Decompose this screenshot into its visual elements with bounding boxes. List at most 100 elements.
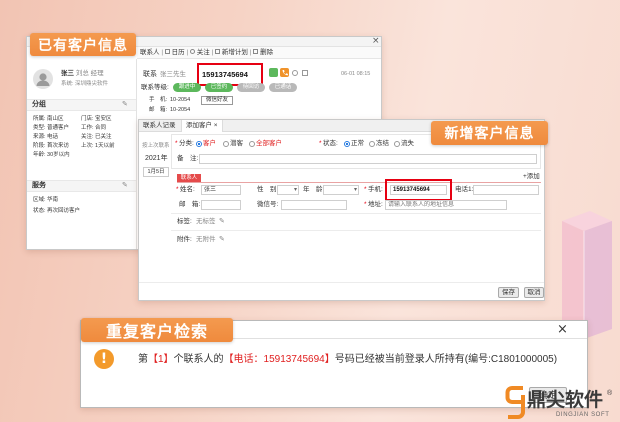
brand-registered-mark: ® <box>607 390 613 397</box>
service-section-title: 服务 <box>32 182 46 189</box>
timeline-date[interactable]: 1月5日 <box>143 167 169 177</box>
profile-company: 系统: 深圳鼎尖软件 <box>61 81 109 87</box>
message-index: 【1】 <box>148 354 174 365</box>
mail-icon[interactable] <box>302 70 308 76</box>
gender-select[interactable]: ▾ <box>277 185 299 195</box>
edit-icon[interactable]: ✎ <box>122 100 128 108</box>
new-customer-window: 联系人记录 添加客户 × 按上次联系 2021年 1月5日 * 分类: 客户 潜… <box>138 119 545 301</box>
wechat-input[interactable] <box>281 200 347 210</box>
callout-new: 新增客户信息 <box>431 121 548 145</box>
record-toolbar: 联系人 | 日历 | 关注 | 新增计划 | 删除 <box>137 47 381 59</box>
level-tag[interactable]: 待回访 <box>237 83 265 92</box>
panel-divider <box>136 59 137 249</box>
attachments-label: 附件: <box>177 236 192 243</box>
timeline-filter[interactable]: 按上次联系 <box>142 143 170 150</box>
required-mark: * <box>364 201 367 208</box>
level-tag[interactable]: 跟进中 <box>173 83 201 92</box>
service-row: 区域: 华南 <box>33 197 59 203</box>
add-contact-button[interactable]: +添加 <box>523 173 540 181</box>
toolbar-divider: | <box>249 49 252 56</box>
callout-duplicate: 重复客户检索 <box>81 318 233 342</box>
toolbar-item-delete[interactable]: 删除 <box>260 49 273 56</box>
address-input[interactable]: 请输入联系人的地址信息 <box>385 200 507 210</box>
save-button[interactable]: 保存 <box>498 287 519 298</box>
mobile-value: 10-2054 <box>170 97 191 103</box>
name-input[interactable]: 张三 <box>201 185 241 195</box>
toolbar-divider: | <box>211 49 214 56</box>
edit-icon[interactable]: ✎ <box>219 217 225 225</box>
email-label: 邮 箱: <box>149 107 168 113</box>
tab-add-customer[interactable]: 添加客户 × <box>181 120 223 132</box>
category-radio[interactable] <box>249 141 255 147</box>
category-option: 客户 <box>203 140 216 147</box>
status-option: 流失 <box>401 140 414 147</box>
promo-canvas: × 联系人 | 日历 | 关注 | 新增计划 | 删除 张三 刘总 经理 系统:… <box>0 0 620 422</box>
group-row-left: 来源: 电话 <box>33 134 59 140</box>
brand-subtitle: DINGJIAN SOFT <box>556 412 610 418</box>
category-label: 分类: <box>179 140 194 147</box>
required-mark: * <box>176 186 179 193</box>
tags-value: 无标签 <box>196 218 216 225</box>
plan-icon <box>215 49 221 54</box>
group-row-left: 类型: 普通客户 <box>33 125 70 131</box>
level-tag[interactable]: 已通话 <box>269 83 297 92</box>
address-label: 地址: <box>368 201 383 208</box>
dingjian-logo-icon <box>505 386 525 419</box>
contact-phone: 15913745694 <box>202 70 248 79</box>
group-row-left: 所属: 南山区 <box>33 116 64 122</box>
tab-contact-records[interactable]: 联系人记录 <box>143 122 176 130</box>
age-label: 年 龄: <box>303 186 325 193</box>
tab-underline <box>177 182 541 183</box>
edit-icon[interactable]: ✎ <box>219 235 225 243</box>
profile-role: 经理 <box>90 70 104 77</box>
phone-label: 电话1: <box>455 186 474 193</box>
group-section-title: 分组 <box>32 101 46 108</box>
profile-name-line: 张三 刘总 经理 <box>61 70 104 78</box>
contact-label: 联系 <box>143 71 157 78</box>
message-phone: 【电话：15913745694】 <box>223 354 335 365</box>
status-radio[interactable] <box>344 141 350 147</box>
delete-icon <box>253 49 259 54</box>
toolbar-divider: | <box>186 49 189 56</box>
close-icon[interactable]: × <box>557 322 568 337</box>
toolbar-divider: | <box>161 49 164 56</box>
callout-existing: 已有客户信息 <box>30 33 136 56</box>
wechat-badge[interactable]: 微信好友 <box>201 96 233 105</box>
level-label: 联系等级: <box>141 84 169 91</box>
attachments-value: 无附件 <box>196 236 216 243</box>
toolbar-item-plan[interactable]: 新增计划 <box>222 49 248 56</box>
level-tag[interactable]: 已签约 <box>205 83 233 92</box>
cancel-button[interactable]: 取消 <box>524 287 544 298</box>
message-part: 号码已经被当前登录人所持有(编号:C1801000005) <box>334 354 558 365</box>
edit-icon[interactable]: ✎ <box>122 181 128 189</box>
tags-row-box <box>171 213 541 231</box>
message-icon[interactable] <box>292 70 298 76</box>
warning-icon: ! <box>94 349 114 369</box>
duplicate-message: 第【1】个联系人的【电话：15913745694】号码已经被当前登录人所持有(编… <box>138 354 557 366</box>
profile-nickname: 刘总 <box>75 70 89 77</box>
toolbar-item-contact[interactable]: 联系人 <box>140 49 160 56</box>
category-radio[interactable] <box>223 141 229 147</box>
green-app-icon[interactable] <box>269 68 278 77</box>
email-input[interactable] <box>201 200 241 210</box>
required-mark: * <box>319 140 322 147</box>
email-value: 10-2054 <box>170 107 191 113</box>
status-option: 正常 <box>351 140 364 147</box>
status-radio[interactable] <box>369 141 375 147</box>
age-select[interactable]: ▾ <box>323 185 359 195</box>
mobile-input[interactable]: 15913745694 <box>390 185 447 195</box>
wechat-label: 微信号: <box>257 201 279 208</box>
phone-input[interactable] <box>473 185 539 195</box>
mobile-label: 手 机: <box>149 97 168 103</box>
mobile-label: 手机: <box>368 186 383 193</box>
close-icon[interactable]: × <box>372 37 380 47</box>
required-mark: * <box>364 186 367 193</box>
toolbar-item-follow[interactable]: 关注 <box>197 49 210 56</box>
status-radio[interactable] <box>394 141 400 147</box>
category-option: 全部客户 <box>256 140 282 147</box>
email-label: 邮 箱: <box>179 201 201 208</box>
toolbar-item-calendar[interactable]: 日历 <box>172 49 185 56</box>
phone-icon[interactable] <box>280 68 289 77</box>
category-radio[interactable] <box>196 141 202 147</box>
remark-input[interactable] <box>199 154 537 164</box>
